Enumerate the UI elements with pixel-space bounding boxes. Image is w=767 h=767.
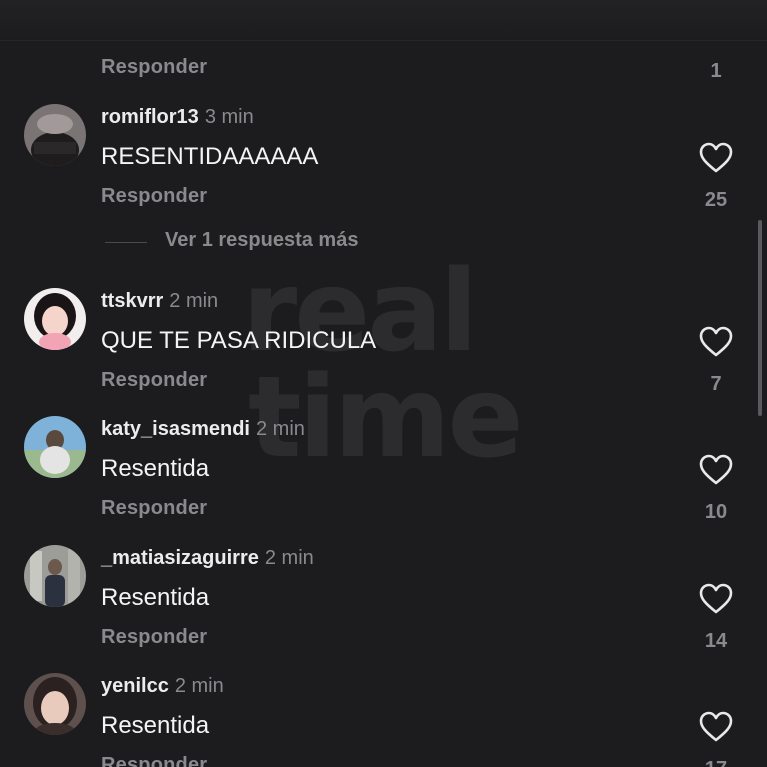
comment-text: QUE TE PASA RIDICULA [101,327,377,354]
comment-username[interactable]: ttskvrr [101,290,163,312]
comment-item: katy_isasmendi 2 min Resentida Responder … [0,416,767,544]
avatar[interactable] [24,288,86,350]
comment-time: 3 min [204,106,254,128]
comment-text: RESENTIDAAAAAA [101,143,319,170]
comment-item: yenilcc2 min Resentida Responder 17 [0,673,767,767]
reply-button[interactable]: Responder [101,626,207,649]
comment-text: Resentida [101,584,210,611]
comment-time: 2 min [264,547,314,569]
heart-outline-icon[interactable] [699,583,733,615]
reply-button[interactable]: Responder [101,754,207,767]
reply-button[interactable]: Responder [101,185,207,208]
comment-text: Resentida [101,712,210,739]
comment-time: 2 min [255,418,305,440]
comments-screen: Responder 1 real time romiflor13 3 min RE… [0,0,767,767]
heart-outline-icon[interactable] [699,326,733,358]
partial-comment-top [0,0,767,41]
comment-username[interactable]: katy_isasmendi [101,418,250,440]
scrollbar[interactable] [758,220,762,416]
comment-username[interactable]: yenilcc [101,675,169,697]
like-count: 17 [691,758,741,767]
avatar[interactable] [24,416,86,478]
avatar[interactable] [24,545,86,607]
reply-button[interactable]: Responder [101,56,207,79]
heart-outline-icon[interactable] [699,454,733,486]
comment-item: romiflor13 3 min RESENTIDAAAAAA Responder… [0,104,767,232]
like-count: 1 [710,60,722,82]
comment-username[interactable]: romiflor13 [101,106,199,128]
like-count: 10 [704,501,728,523]
reply-button[interactable]: Responder [101,497,207,520]
comment-item: ttskvrr 2 min QUE TE PASA RIDICULA Respon… [0,288,767,416]
view-more-replies-label: Ver 1 respuesta más [165,229,359,251]
heart-outline-icon[interactable] [699,142,733,174]
avatar[interactable] [24,673,86,735]
comment-text: Resentida [101,455,210,482]
like-count: 25 [704,189,728,211]
avatar[interactable] [24,104,86,166]
comment-time: 2 min [174,675,224,697]
reply-button[interactable]: Responder [101,369,207,392]
comment-item: _matiasizaguirre 2 min Resentida Responde… [0,545,767,673]
comment-time: 2 min [169,290,219,312]
replies-divider [105,242,147,243]
heart-outline-icon[interactable] [699,711,733,743]
comment-username[interactable]: _matiasizaguirre [101,547,259,569]
like-count: 14 [704,630,728,652]
like-count: 7 [710,373,722,395]
